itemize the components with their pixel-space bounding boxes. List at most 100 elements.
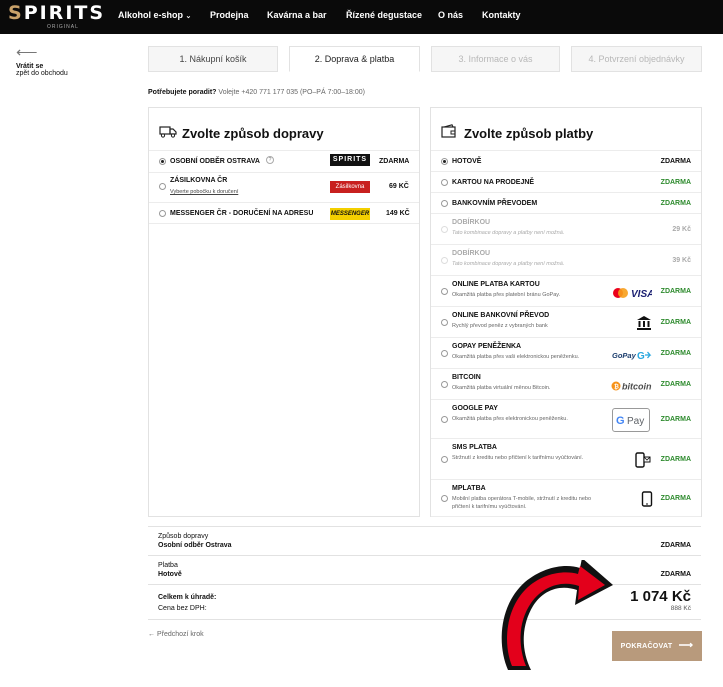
tab-cart[interactable]: 1. Nákupní košík [148,46,278,72]
radio[interactable] [441,199,448,207]
payment-price: ZDARMA [660,380,691,388]
svg-text:₿: ₿ [614,383,619,390]
previous-step-link[interactable]: ← Předchozí krok [148,631,204,638]
payment-label: ONLINE PLATBA KARTOU [452,281,540,288]
top-navigation-bar: SPIRITS ORIGINAL Alkohol e-shop ⌄ Prodej… [0,0,723,34]
bitcoin-logo: ₿ bitcoin [611,379,653,397]
logo-text-rest: PIRITS [23,2,106,24]
payment-price: ZDARMA [660,178,691,186]
payment-option-gopay[interactable]: GOPAY PENĚŽENKA Okamžitá platba přes vaši… [431,337,701,368]
radio[interactable] [441,287,448,295]
svg-text:G: G [616,415,625,427]
payment-label: BITCOIN [452,374,481,381]
bank-icon [636,315,652,336]
summary-payment-value: Hotově [158,571,182,578]
summary-shipping: Způsob dopravy Osobní odběr Ostrava ZDAR… [148,527,701,556]
payment-price: 39 Kč [672,256,691,264]
radio-selected[interactable] [159,158,166,165]
nav-prodejna[interactable]: Prodejna [210,10,249,20]
shipping-label: ZÁSILKOVNA ČR [170,177,228,184]
payment-description: Okamžitá platba virtuální měnou Bitcoin. [452,385,551,391]
radio[interactable] [441,318,448,326]
nav-alkohol-eshop[interactable]: Alkohol e-shop ⌄ [118,10,191,20]
nav-kontakty[interactable]: Kontakty [482,10,521,20]
radio[interactable] [441,178,448,186]
payment-option-hotove[interactable]: HOTOVĚ ZDARMA [431,150,701,171]
shipping-option-zasilkovna[interactable]: ZÁSILKOVNA ČR Vyberte pobočku k doručení… [149,172,419,202]
payment-option-sms[interactable]: SMS PLATBA Stržnutí z kreditu nebo přičte… [431,438,701,479]
payment-panel: Zvolte způsob platby HOTOVĚ ZDARMA KARTOU … [430,107,702,517]
radio[interactable] [441,415,448,423]
payment-price: ZDARMA [660,318,691,326]
payment-option-google-pay[interactable]: GOOGLE PAY Okamžitá platba přes elektroni… [431,399,701,438]
payment-description: Stržnutí z kreditu nebo přičtení k tarif… [452,455,584,461]
radio [441,225,448,233]
phone-icon [641,491,653,512]
payment-option-bankovni-prevod[interactable]: BANKOVNÍM PŘEVODEM ZDARMA [431,192,701,213]
shipping-price: ZDARMA [379,158,410,165]
summary-shipping-value: Osobní odběr Ostrava [158,542,232,549]
net-value: 888 Kč [670,605,691,612]
total-label: Celkem k úhradě: [158,594,217,601]
payment-price: ZDARMA [660,455,691,463]
continue-button[interactable]: POKRAČOVAT ⟶ [612,631,702,661]
summary-payment-price: ZDARMA [660,571,691,578]
radio[interactable] [441,157,448,165]
shipping-option-messenger[interactable]: MESSENGER ČR - DORUČENÍ NA ADRESU MESSEN… [149,202,419,224]
help-phone[interactable]: Volejte +420 771 177 035 (PO–PÁ 7:00–18:… [218,89,365,96]
tab-information: 3. Informace o vás [431,46,560,72]
payment-option-karta-prodejna[interactable]: KARTOU NA PRODEJNĚ ZDARMA [431,171,701,192]
mastercard-visa-icon: VISA [612,286,654,304]
tab-shipping-payment[interactable]: 2. Doprava & platba [289,46,420,72]
nav-o-nas[interactable]: O nás [438,10,463,20]
radio[interactable] [441,495,448,502]
payment-option-bitcoin[interactable]: BITCOIN Okamžitá platba virtuální měnou B… [431,368,701,399]
help-line: Potřebujete poradit? Volejte +420 771 17… [148,89,365,96]
back-label-1: Vrátit se [16,63,44,70]
zasilkovna-logo: Zásilkovna [330,181,370,193]
radio[interactable] [159,210,166,217]
svg-text:GoPay: GoPay [612,351,637,360]
payment-option-dobirka-29: DOBÍRKOU Tato kombinace dopravy a platby … [431,213,701,244]
payment-price: ZDARMA [660,157,691,165]
radio[interactable] [159,183,166,190]
payment-option-mplatba[interactable]: MPLATBA Mobilní platba operátora T-mobile… [431,479,701,517]
payment-label: GOOGLE PAY [452,405,498,412]
shipping-price: 69 KČ [389,183,409,190]
payment-label: DOBÍRKOU [452,219,491,226]
svg-text:G: G [637,351,645,361]
nav-kavarna-bar[interactable]: Kavárna a bar [267,10,327,20]
payment-description: Okamžitá platba přes platební bránu GoPa… [452,292,561,298]
messenger-logo: MESSENGER [330,208,370,220]
payment-description: Mobilní platba operátora T-mobile, stržn… [452,496,592,510]
tab-confirmation: 4. Potvrzení objednávky [571,46,702,72]
net-label: Cena bez DPH: [158,605,207,612]
truck-icon [159,125,177,143]
payment-label: DOBÍRKOU [452,250,491,257]
payment-description: Tato kombinace dopravy a platby není mož… [452,261,565,267]
red-arrow-annotation [501,560,613,670]
continue-label: POKRAČOVAT [620,643,673,650]
total-value: 1 074 Kč [630,588,691,605]
payment-option-online-karta[interactable]: ONLINE PLATBA KARTOU Okamžitá platba přes… [431,275,701,306]
spirits-logo[interactable]: SPIRITS ORIGINAL [8,2,106,30]
help-icon[interactable]: ? [266,156,274,164]
radio[interactable] [441,380,448,388]
payment-label: MPLATBA [452,485,486,492]
pickup-select-link[interactable]: Vyberte pobočku k doručení [170,189,238,195]
payment-label: SMS PLATBA [452,444,497,451]
payment-option-dobirka-39: DOBÍRKOU Tato kombinace dopravy a platby … [431,244,701,275]
nav-label: Alkohol e-shop [118,10,183,20]
shipping-option-osobni[interactable]: OSOBNÍ ODBĚR OSTRAVA ? SPIRITS ZDARMA [149,150,419,172]
gopay-logo: GoPay G [612,348,652,366]
payment-price: ZDARMA [660,495,691,502]
payment-label: KARTOU NA PRODEJNĚ [452,178,535,186]
payment-label: BANKOVNÍM PŘEVODEM [452,199,538,207]
payment-option-online-prevod[interactable]: ONLINE BANKOVNÍ PŘEVOD Rychlý převod peně… [431,306,701,337]
shipping-label: MESSENGER ČR - DORUČENÍ NA ADRESU [170,210,314,217]
radio[interactable] [441,349,448,357]
spirits-small-logo: SPIRITS [330,154,370,166]
radio[interactable] [441,455,448,463]
back-to-shop-link[interactable]: ⟵ Vrátit se zpět do obchodu [16,45,86,77]
nav-rizene-degustace[interactable]: Řízené degustace [346,10,422,20]
